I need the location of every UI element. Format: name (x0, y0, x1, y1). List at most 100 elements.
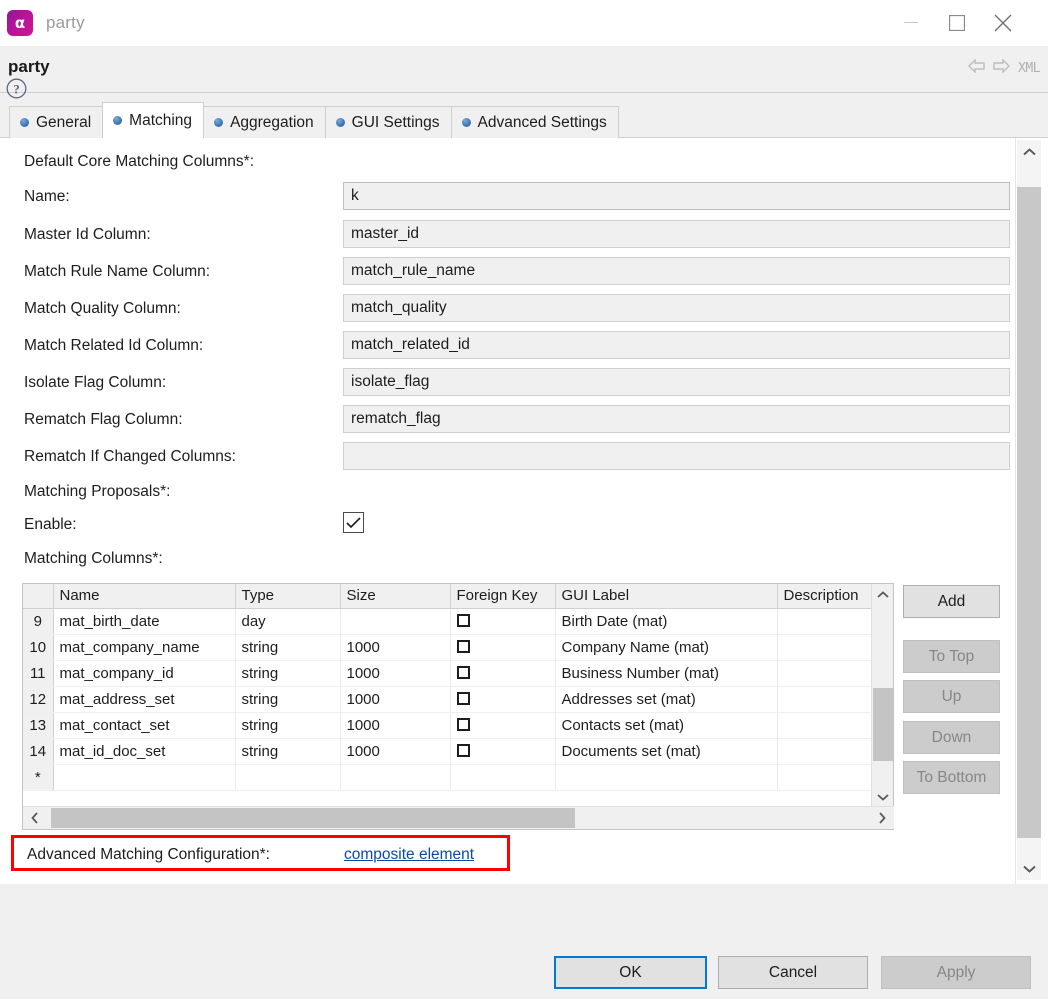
cell-description[interactable] (777, 712, 873, 739)
cell-type[interactable]: day (235, 608, 341, 635)
cell-gui-label[interactable]: Birth Date (mat) (555, 608, 778, 635)
content-scroll-thumb[interactable] (1017, 187, 1041, 838)
cell-description[interactable] (777, 686, 873, 713)
column-header-foreign-key[interactable]: Foreign Key (450, 584, 556, 609)
row-number[interactable]: 14 (23, 738, 54, 765)
cell-foreign-key[interactable] (450, 634, 556, 661)
table-scroll-thumb[interactable] (873, 688, 893, 761)
input-rematch-if-changed-columns[interactable] (343, 442, 1010, 470)
down-button[interactable]: Down (903, 721, 1000, 754)
content-scroll-up-icon[interactable] (1017, 140, 1041, 164)
cell-name[interactable]: mat_company_name (53, 634, 236, 661)
scroll-up-icon[interactable] (872, 584, 894, 606)
foreign-key-checkbox[interactable] (456, 692, 470, 706)
cell-type[interactable]: string (235, 712, 341, 739)
row-number[interactable]: 9 (23, 608, 54, 635)
tab-matching[interactable]: Matching (102, 102, 205, 139)
help-icon[interactable]: ? (6, 78, 27, 104)
table-row[interactable]: 11 mat_company_id string 1000 Business Numbe… (23, 660, 873, 687)
cell-size[interactable]: 1000 (340, 686, 451, 713)
cell-name[interactable]: mat_company_id (53, 660, 236, 687)
table-row[interactable]: 13 mat_contact_set string 1000 Contacts set … (23, 712, 873, 739)
scroll-left-icon[interactable] (23, 807, 47, 829)
to-bottom-button[interactable]: To Bottom (903, 761, 1000, 794)
forward-arrow-icon[interactable] (993, 58, 1011, 78)
foreign-key-checkbox[interactable] (456, 614, 470, 628)
cell-name[interactable] (53, 764, 236, 791)
cell-size[interactable] (340, 608, 451, 635)
cell-description[interactable] (777, 634, 873, 661)
cell-description[interactable] (777, 660, 873, 687)
table-row[interactable]: 12 mat_address_set string 1000 Addresses set… (23, 686, 873, 713)
cell-foreign-key[interactable] (450, 660, 556, 687)
cell-foreign-key[interactable] (450, 686, 556, 713)
table-vertical-scrollbar[interactable] (871, 584, 893, 808)
cell-gui-label[interactable]: Documents set (mat) (555, 738, 778, 765)
cell-gui-label[interactable]: Business Number (mat) (555, 660, 778, 687)
table-horizontal-scrollbar[interactable] (23, 806, 894, 829)
cell-type[interactable]: string (235, 686, 341, 713)
tab-aggregation[interactable]: Aggregation (203, 106, 326, 138)
cell-foreign-key[interactable] (450, 764, 556, 791)
xml-view-label[interactable]: XML (1018, 61, 1040, 76)
content-scroll-down-icon[interactable] (1017, 856, 1041, 880)
row-number[interactable]: * (23, 764, 54, 791)
tab-gui-settings[interactable]: GUI Settings (324, 106, 452, 138)
input-rematch-flag-column[interactable] (343, 405, 1010, 433)
input-match-rule-name-column[interactable] (343, 257, 1010, 285)
foreign-key-checkbox[interactable] (456, 718, 470, 732)
row-number[interactable]: 12 (23, 686, 54, 713)
column-header-rownum[interactable] (23, 584, 54, 609)
foreign-key-checkbox[interactable] (456, 666, 470, 680)
back-arrow-icon[interactable] (968, 58, 985, 78)
cancel-button[interactable]: Cancel (718, 956, 868, 989)
input-isolate-flag-column[interactable] (343, 368, 1010, 396)
cell-description[interactable] (777, 738, 873, 765)
table-hscroll-thumb[interactable] (51, 808, 575, 828)
table-row[interactable]: * (23, 764, 873, 791)
add-button[interactable]: Add (903, 585, 1000, 618)
cell-gui-label[interactable]: Contacts set (mat) (555, 712, 778, 739)
input-match-quality-column[interactable] (343, 294, 1010, 322)
checkbox-enable[interactable] (343, 512, 364, 533)
input-name[interactable] (343, 182, 1010, 210)
link-composite-element[interactable]: composite element (344, 846, 474, 864)
cell-name[interactable]: mat_contact_set (53, 712, 236, 739)
cell-size[interactable]: 1000 (340, 660, 451, 687)
tab-advanced-settings[interactable]: Advanced Settings (450, 106, 619, 138)
table-row[interactable]: 14 mat_id_doc_set string 1000 Documents set … (23, 738, 873, 765)
cell-description[interactable] (777, 608, 873, 635)
cell-size[interactable] (340, 764, 451, 791)
input-match-related-id-column[interactable] (343, 331, 1010, 359)
to-top-button[interactable]: To Top (903, 640, 1000, 673)
column-header-type[interactable]: Type (235, 584, 341, 609)
minimize-icon[interactable] (888, 0, 934, 46)
cell-type[interactable]: string (235, 634, 341, 661)
cell-size[interactable]: 1000 (340, 712, 451, 739)
cell-foreign-key[interactable] (450, 712, 556, 739)
cell-foreign-key[interactable] (450, 738, 556, 765)
table-row[interactable]: 9 mat_birth_date day Birth Date (mat) (23, 608, 873, 635)
tab-general[interactable]: General (9, 106, 104, 138)
row-number[interactable]: 11 (23, 660, 54, 687)
row-number[interactable]: 10 (23, 634, 54, 661)
cell-name[interactable]: mat_address_set (53, 686, 236, 713)
ok-button[interactable]: OK (554, 956, 707, 989)
cell-foreign-key[interactable] (450, 608, 556, 635)
close-icon[interactable] (980, 0, 1026, 46)
column-header-description[interactable]: Description (777, 584, 873, 609)
cell-gui-label[interactable]: Addresses set (mat) (555, 686, 778, 713)
up-button[interactable]: Up (903, 680, 1000, 713)
cell-name[interactable]: mat_id_doc_set (53, 738, 236, 765)
cell-gui-label[interactable]: Company Name (mat) (555, 634, 778, 661)
column-header-gui-label[interactable]: GUI Label (555, 584, 778, 609)
cell-name[interactable]: mat_birth_date (53, 608, 236, 635)
foreign-key-checkbox[interactable] (456, 640, 470, 654)
cell-size[interactable]: 1000 (340, 738, 451, 765)
cell-type[interactable]: string (235, 738, 341, 765)
cell-type[interactable] (235, 764, 341, 791)
cell-size[interactable]: 1000 (340, 634, 451, 661)
table-row[interactable]: 10 mat_company_name string 1000 Company Name… (23, 634, 873, 661)
maximize-icon[interactable] (934, 0, 980, 46)
column-header-name[interactable]: Name (53, 584, 236, 609)
